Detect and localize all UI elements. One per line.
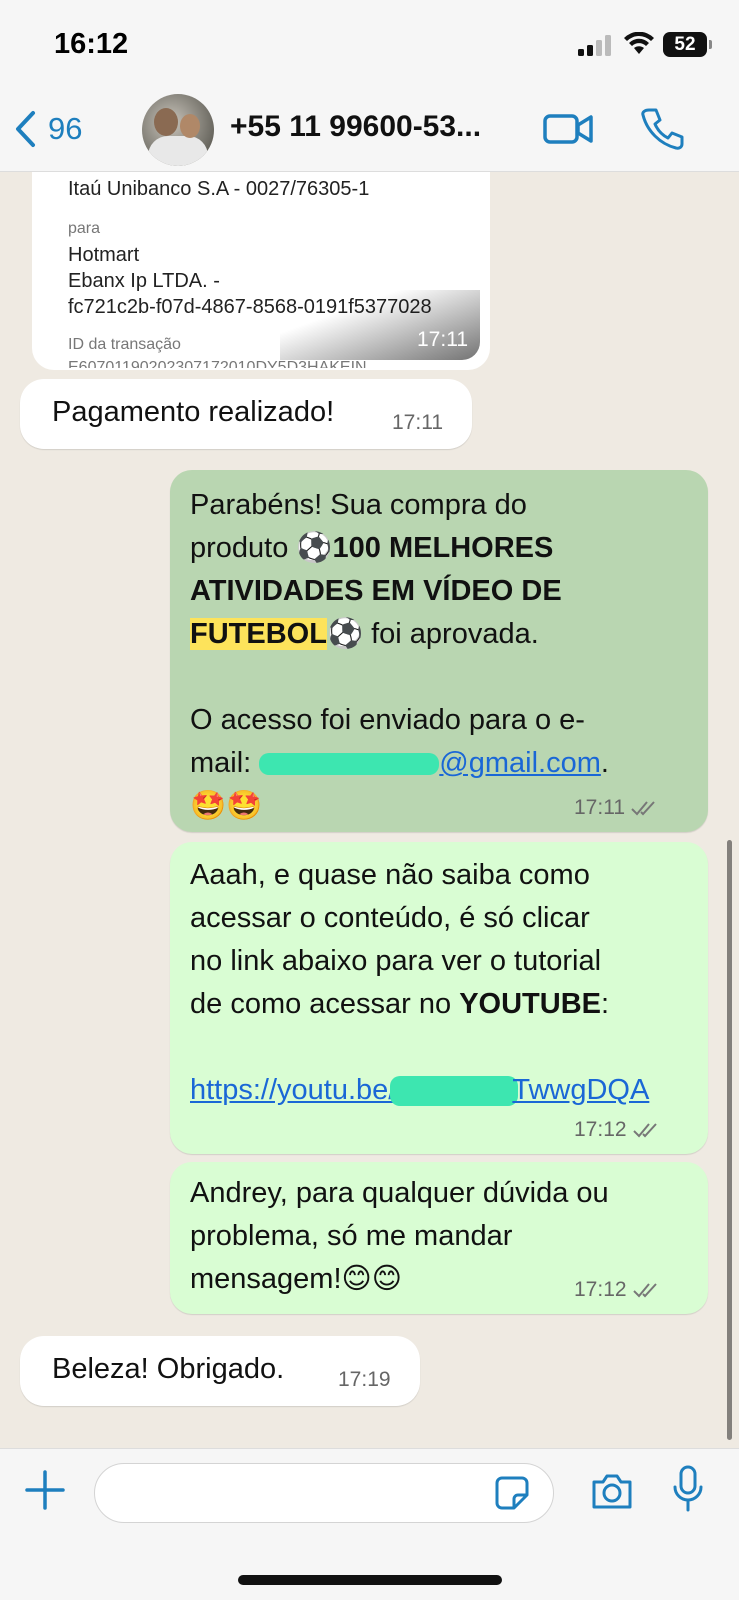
microphone-icon[interactable] — [672, 1465, 704, 1513]
message-line: de como acessar no YOUTUBE: — [190, 988, 610, 1020]
message-line: acessar o conteúdo, é só clicar — [190, 902, 590, 934]
avatar[interactable] — [142, 94, 214, 166]
redaction-mark — [390, 1076, 519, 1107]
message-line: problema, só me mandar — [190, 1220, 513, 1252]
message-time: 17:19 — [338, 1368, 391, 1391]
phone-icon[interactable] — [640, 106, 684, 150]
incoming-message[interactable]: Pagamento realizado! 17:11 — [20, 379, 472, 449]
message-line: Andrey, para qualquer dúvida ou — [190, 1177, 609, 1209]
double-check-icon — [632, 1283, 657, 1298]
scrollbar[interactable] — [727, 840, 732, 1440]
message-line: Aaah, e quase não saiba como — [190, 859, 590, 891]
home-indicator — [238, 1575, 502, 1585]
receipt-bank: Itaú Unibanco S.A - 0027/76305-1 — [68, 178, 370, 200]
message-line: produto ⚽100 MELHORES — [190, 532, 554, 564]
video-call-icon[interactable] — [542, 110, 594, 148]
message-line: FUTEBOL⚽ foi aprovada. — [190, 618, 539, 650]
message-line: ATIVIDADES EM VÍDEO DE — [190, 575, 562, 607]
message-time: 17:11 — [417, 328, 468, 351]
message-input[interactable] — [94, 1463, 554, 1523]
contact-name[interactable]: +55 11 99600-53... — [230, 110, 481, 144]
input-bar — [0, 1448, 739, 1600]
outgoing-message[interactable]: Aaah, e quase não saiba como acessar o c… — [170, 842, 708, 1154]
sticker-icon[interactable] — [494, 1475, 530, 1511]
receipt-recipient: Hotmart — [68, 244, 140, 266]
receipt-image-message[interactable]: Itaú Unibanco S.A - 0027/76305-1 para Ho… — [32, 172, 490, 370]
back-button[interactable]: 96 — [14, 104, 82, 154]
unread-count: 96 — [48, 111, 83, 146]
youtube-link[interactable]: https://youtu.be/TwwgDQA — [190, 1069, 700, 1112]
wifi-icon — [624, 32, 654, 54]
message-time: 17:12 — [574, 1118, 661, 1142]
incoming-message[interactable]: Beleza! Obrigado. 17:19 — [20, 1336, 420, 1406]
message-text: Pagamento realizado! — [52, 396, 335, 428]
double-check-icon — [631, 801, 655, 816]
message-time: 17:11 — [392, 411, 443, 434]
redaction-mark — [259, 753, 440, 776]
cellular-signal-icon — [578, 35, 611, 56]
chat-area[interactable]: Itaú Unibanco S.A - 0027/76305-1 para Ho… — [0, 172, 739, 1448]
chevron-left-icon — [16, 111, 35, 147]
message-line: no link abaixo para ver o tutorial — [190, 945, 602, 977]
message-line: O acesso foi enviado para o e- — [190, 704, 585, 736]
receipt-para-label: para — [68, 220, 101, 237]
status-bar: 16:12 52 — [0, 0, 739, 88]
double-check-icon — [632, 1123, 657, 1138]
highlighted-text: FUTEBOL — [190, 618, 327, 650]
email-link[interactable]: @gmail.com — [259, 747, 601, 779]
message-text: Beleza! Obrigado. — [52, 1353, 285, 1385]
message-line: Parabéns! Sua compra do — [190, 489, 527, 521]
outgoing-message[interactable]: Parabéns! Sua compra do produto ⚽100 MEL… — [170, 470, 708, 832]
message-time: 17:11 — [574, 796, 659, 820]
message-time: 17:12 — [574, 1278, 661, 1302]
camera-icon[interactable] — [590, 1471, 634, 1511]
status-time: 16:12 — [54, 28, 129, 60]
outgoing-message[interactable]: Andrey, para qualquer dúvida ou problema… — [170, 1162, 708, 1314]
battery-icon: 52 — [663, 32, 712, 57]
chat-header: 96 +55 11 99600-53... — [0, 88, 739, 172]
soccer-ball-emoji: ⚽ — [326, 618, 364, 650]
soccer-ball-emoji: ⚽ — [296, 532, 333, 564]
message-line: mail: @gmail.com. — [190, 747, 609, 779]
plus-icon[interactable] — [24, 1469, 66, 1511]
